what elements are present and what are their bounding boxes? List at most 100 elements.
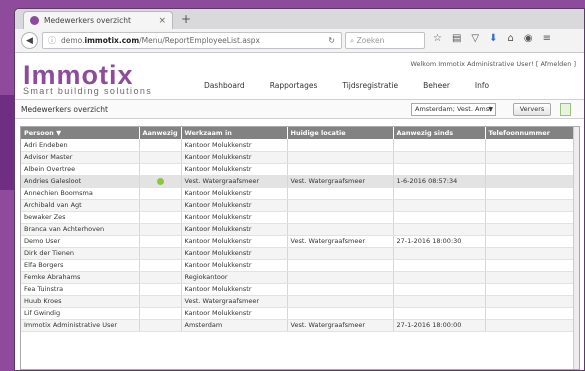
cell-aanwezig <box>139 175 182 188</box>
cell-persoon: Demo User <box>21 235 140 248</box>
table-header-row: Persoon ▼ Aanwezig Werkzaam in Huidige l… <box>21 127 579 139</box>
cell-werkzaam-in: Kantoor Molukkenstr <box>181 283 288 296</box>
navigation-bar: ◀ ⓘ demo. immotix.com/Menu/ReportEmployee… <box>15 29 584 53</box>
cell-huidige-locatie <box>287 187 394 200</box>
menu-icon[interactable]: ≡ <box>543 33 551 44</box>
cell-aanwezig-sinds <box>393 163 486 176</box>
column-header-aanwezig[interactable]: Aanwezig <box>139 127 182 139</box>
table-row[interactable]: Lif Gwindig Kantoor Molukkenstr <box>21 307 579 320</box>
close-tab-icon[interactable]: × <box>158 16 166 26</box>
cell-aanwezig <box>139 139 182 152</box>
cell-huidige-locatie <box>287 199 394 212</box>
home-icon[interactable]: ⌂ <box>508 33 514 44</box>
cell-telefoonnummer <box>485 211 579 224</box>
cell-persoon: Adri Endeben <box>21 139 140 152</box>
nav-rapportages[interactable]: Rapportages <box>270 81 318 90</box>
location-select[interactable]: Amsterdam; Vest. Amst ▼ <box>411 103 496 116</box>
cell-aanwezig <box>139 199 182 212</box>
table-row[interactable]: bewaker Zes Kantoor Molukkenstr <box>21 211 579 224</box>
reload-icon[interactable]: ↻ <box>328 36 335 45</box>
welcome-text[interactable]: Welkom Immotix Administrative User! [ Af… <box>410 60 576 68</box>
extension-icon[interactable]: ◉ <box>524 33 533 44</box>
cell-aanwezig-sinds: 27-1-2016 18:00:30 <box>393 235 486 248</box>
app-content: Immotix Smart building solutions Welkom … <box>15 54 584 370</box>
nav-info[interactable]: Info <box>475 81 489 90</box>
back-arrow-icon[interactable]: ◀ <box>21 32 38 49</box>
table-row[interactable]: Elfa Borgers Kantoor Molukkenstr <box>21 259 579 272</box>
table-row[interactable]: Branca van Achterhoven Kantoor Molukkenst… <box>21 223 579 236</box>
nav-beheer[interactable]: Beheer <box>423 81 450 90</box>
employee-table: Persoon ▼ Aanwezig Werkzaam in Huidige l… <box>21 127 579 332</box>
cell-persoon: Archibald van Agt <box>21 199 140 212</box>
cell-huidige-locatie <box>287 295 394 308</box>
table-row[interactable]: Annechien Boomsma Kantoor Molukkenstr <box>21 187 579 200</box>
refresh-button[interactable]: Ververs <box>513 103 551 116</box>
cell-telefoonnummer <box>485 319 579 332</box>
table-row[interactable]: Adri Endeben Kantoor Molukkenstr <box>21 139 579 152</box>
export-icon[interactable] <box>560 103 571 116</box>
table-row[interactable]: Dirk der Tienen Kantoor Molukkenstr <box>21 247 579 260</box>
employee-grid: Persoon ▼ Aanwezig Werkzaam in Huidige l… <box>20 126 580 370</box>
download-icon[interactable]: ⬇ <box>489 33 497 44</box>
cell-telefoonnummer <box>485 283 579 296</box>
browser-tab[interactable]: Medewerkers overzicht × <box>23 11 173 29</box>
cell-telefoonnummer <box>485 247 579 260</box>
table-row[interactable]: Advisor Master Kantoor Molukkenstr <box>21 151 579 164</box>
cell-werkzaam-in: Regiokantoor <box>181 271 288 284</box>
cell-werkzaam-in: Kantoor Molukkenstr <box>181 199 288 212</box>
column-header-persoon[interactable]: Persoon ▼ <box>21 127 140 139</box>
table-row[interactable]: Demo User Kantoor Molukkenstr Vest. Waterg… <box>21 235 579 248</box>
nav-dashboard[interactable]: Dashboard <box>204 81 245 90</box>
search-input[interactable]: ⌕ Zoeken <box>345 32 425 49</box>
column-header-aanwezig-sinds[interactable]: Aanwezig sinds <box>393 127 486 139</box>
table-row[interactable]: Fea Tuinstra Kantoor Molukkenstr <box>21 283 579 296</box>
address-bar[interactable]: ⓘ demo. immotix.com/Menu/ReportEmployeeLi… <box>42 32 342 49</box>
column-header-telefoonnummer[interactable]: Telefoonnummer <box>485 127 579 139</box>
cell-persoon: Lif Gwindig <box>21 307 140 320</box>
cell-aanwezig-sinds <box>393 259 486 272</box>
table-row[interactable]: Albein Overtree Kantoor Molukkenstr <box>21 163 579 176</box>
cell-werkzaam-in: Kantoor Molukkenstr <box>181 247 288 260</box>
table-body: Adri Endeben Kantoor Molukkenstr Advisor M… <box>21 139 579 332</box>
column-header-werkzaam-in[interactable]: Werkzaam in <box>181 127 288 139</box>
logo-tagline: Smart building solutions <box>23 86 153 96</box>
info-icon[interactable]: ⓘ <box>48 35 56 46</box>
logo-wordmark: Immotix <box>23 60 134 90</box>
favicon-icon <box>30 16 39 25</box>
cell-aanwezig <box>139 259 182 272</box>
column-header-huidige-locatie[interactable]: Huidige locatie <box>287 127 394 139</box>
cell-huidige-locatie <box>287 271 394 284</box>
page-subheader: Medewerkers overzicht Amsterdam; Vest. A… <box>15 99 584 119</box>
cell-persoon: Andries Galesloot <box>21 175 140 188</box>
pocket-icon[interactable]: ▽ <box>471 33 479 44</box>
cell-huidige-locatie: Vest. Watergraafsmeer <box>287 175 394 188</box>
table-row[interactable]: Immotix Administrative User Amsterdam Vest… <box>21 319 579 332</box>
cell-aanwezig <box>139 187 182 200</box>
cell-aanwezig-sinds <box>393 307 486 320</box>
vertical-scrollbar[interactable] <box>573 127 579 369</box>
cell-aanwezig-sinds: 27-1-2016 18:00:00 <box>393 319 486 332</box>
cell-huidige-locatie <box>287 259 394 272</box>
cell-huidige-locatie <box>287 223 394 236</box>
immotix-logo[interactable]: Immotix Smart building solutions <box>23 61 152 96</box>
table-row[interactable]: Andries Galesloot Vest. Watergraafsmeer Ve… <box>21 175 579 188</box>
page-title: Medewerkers overzicht <box>21 105 108 114</box>
cell-huidige-locatie <box>287 247 394 260</box>
cell-aanwezig <box>139 163 182 176</box>
search-icon: ⌕ <box>350 35 357 45</box>
nav-tijdsregistratie[interactable]: Tijdsregistratie <box>342 81 398 90</box>
cell-aanwezig-sinds <box>393 199 486 212</box>
reading-list-icon[interactable]: ▤ <box>452 33 461 44</box>
table-row[interactable]: Femke Abrahams Regiokantoor <box>21 271 579 284</box>
cell-aanwezig-sinds <box>393 223 486 236</box>
cell-aanwezig <box>139 319 182 332</box>
table-row[interactable]: Archibald van Agt Kantoor Molukkenstr <box>21 199 579 212</box>
cell-huidige-locatie <box>287 163 394 176</box>
cell-aanwezig-sinds <box>393 151 486 164</box>
cell-aanwezig <box>139 151 182 164</box>
bookmark-star-icon[interactable]: ☆ <box>433 33 442 44</box>
table-row[interactable]: Huub Kroes Vest. Watergraafsmeer <box>21 295 579 308</box>
chevron-down-icon: ▼ <box>488 106 493 113</box>
cell-persoon: Fea Tuinstra <box>21 283 140 296</box>
new-tab-button[interactable]: + <box>181 11 191 27</box>
